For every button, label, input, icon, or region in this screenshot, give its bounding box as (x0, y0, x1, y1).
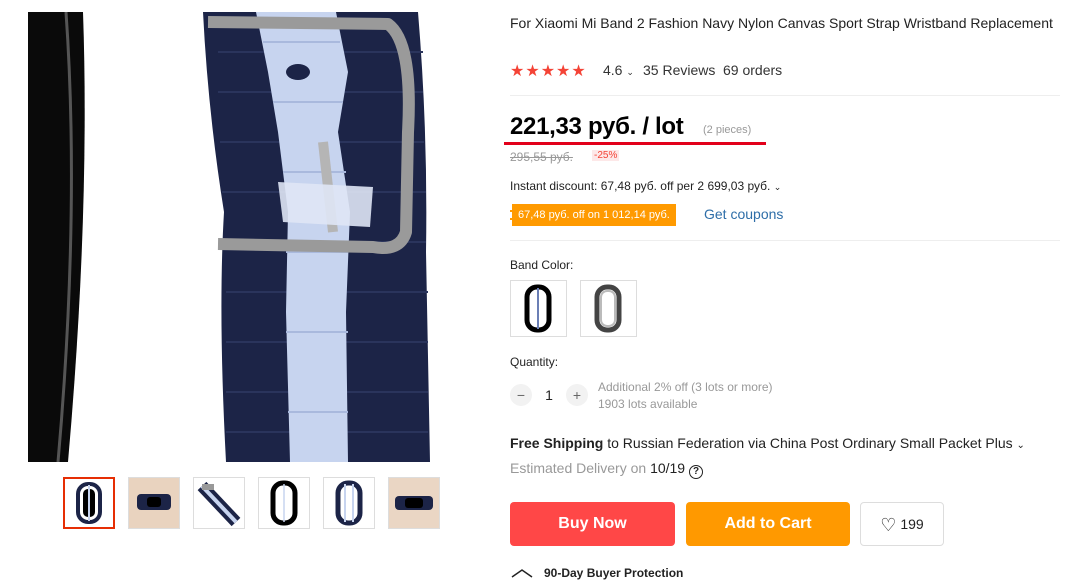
instant-discount[interactable]: Instant discount: 67,48 руб. off per 2 6… (510, 179, 781, 193)
navy-band-swatch-icon (524, 284, 552, 333)
stock-available: 1903 lots available (598, 397, 698, 411)
buy-now-button[interactable]: Buy Now (510, 502, 675, 546)
help-icon[interactable]: ? (689, 465, 703, 479)
chevron-down-icon: ⌄ (626, 67, 634, 77)
price: 221,33 руб. / lot (510, 113, 684, 140)
thumbnail-1[interactable] (63, 477, 115, 529)
quantity-decrease-button[interactable]: − (510, 384, 532, 406)
divider (510, 95, 1060, 96)
get-coupons-link[interactable]: Get coupons (704, 206, 783, 222)
navy-strap-thumbnail-icon (335, 480, 363, 526)
coupon-badge: 67,48 руб. off on 1 012,14 руб. (510, 204, 676, 226)
gray-band-swatch-icon (594, 284, 622, 333)
heart-icon: ♡ (880, 515, 897, 535)
color-swatch-gray[interactable] (580, 280, 637, 337)
free-shipping-label: Free Shipping (510, 435, 604, 451)
thumbnail-3[interactable] (193, 477, 245, 529)
thumbnail-6[interactable] (388, 477, 440, 529)
wishlist-count: 199 (900, 516, 924, 532)
delivery-prefix: Estimated Delivery on (510, 460, 647, 476)
shield-icon (510, 566, 534, 584)
strap-thumbnail-icon (76, 482, 102, 524)
add-to-cart-button[interactable]: Add to Cart (686, 502, 850, 546)
band-color-label: Band Color: (510, 258, 574, 272)
chevron-down-icon: ⌄ (773, 182, 782, 192)
estimated-delivery: Estimated Delivery on 10/19 ? (510, 460, 703, 479)
quantity-increase-button[interactable]: + (566, 384, 588, 406)
quantity-label: Quantity: (510, 355, 559, 369)
strap-detail-thumbnail-icon (197, 481, 241, 527)
main-product-image[interactable] (28, 12, 432, 462)
shipping-info[interactable]: Free Shipping to Russian Federation via … (510, 435, 1025, 451)
thumbnail-2[interactable] (128, 477, 180, 529)
rating-stars-icon: ★★★★★ (510, 63, 587, 80)
instant-discount-text: Instant discount: 67,48 руб. off per 2 6… (510, 179, 771, 193)
original-price: 295,55 руб. (510, 150, 573, 164)
strap-image (28, 12, 432, 462)
reviews-link[interactable]: 35 Reviews (643, 62, 715, 78)
buyer-protection-label: 90-Day Buyer Protection (544, 566, 684, 580)
divider (510, 240, 1060, 241)
rating-value[interactable]: 4.6 ⌄ (603, 62, 634, 78)
price-highlight-underline (504, 142, 766, 145)
worn-strap-thumbnail-icon (389, 478, 439, 528)
rating-number: 4.6 (603, 62, 623, 78)
thumbnail-5[interactable] (323, 477, 375, 529)
black-strap-thumbnail-icon (270, 480, 298, 526)
discount-badge: -25% (592, 150, 620, 161)
wrist-thumbnail-icon (129, 478, 179, 528)
color-swatch-navy[interactable] (510, 280, 567, 337)
product-title: For Xiaomi Mi Band 2 Fashion Navy Nylon … (510, 15, 1053, 31)
chevron-down-icon: ⌄ (1016, 440, 1025, 451)
quantity-value[interactable]: 1 (540, 387, 558, 403)
wishlist-button[interactable]: ♡ 199 (860, 502, 944, 546)
bulk-discount-note: Additional 2% off (3 lots or more) (598, 380, 773, 394)
thumbnail-4[interactable] (258, 477, 310, 529)
shipping-destination: to Russian Federation via China Post Ord… (607, 435, 1013, 451)
price-unit: (2 pieces) (703, 124, 752, 136)
orders-count: 69 orders (723, 62, 783, 78)
delivery-date: 10/19 (650, 460, 686, 476)
